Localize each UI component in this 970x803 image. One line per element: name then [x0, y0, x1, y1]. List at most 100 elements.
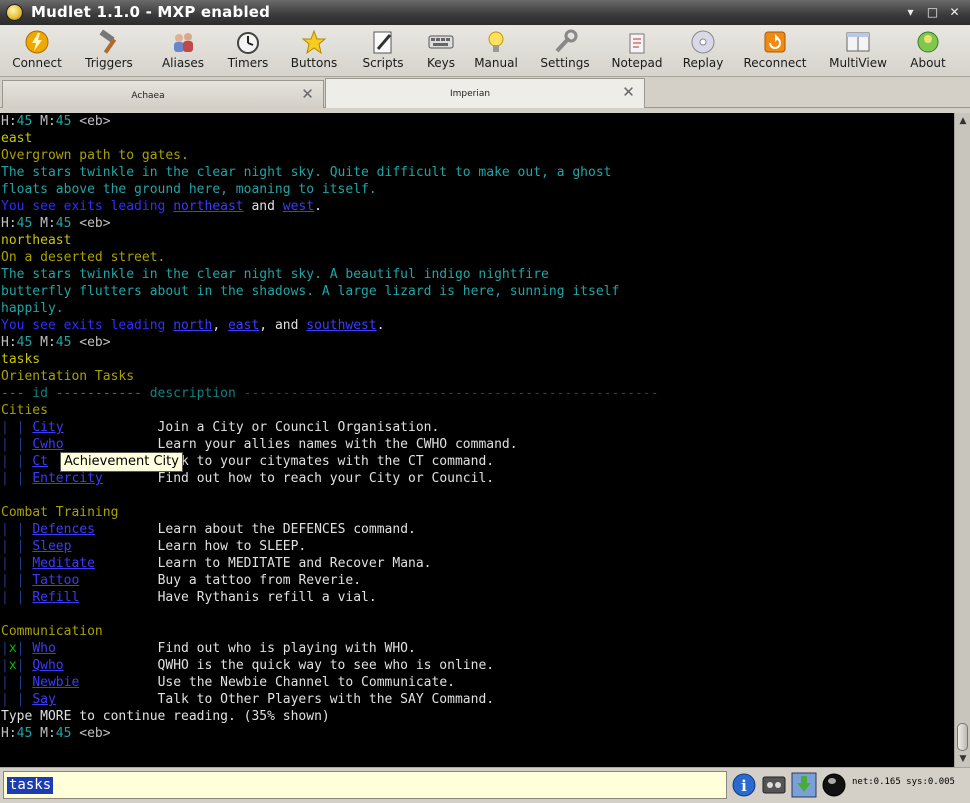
prompt-line: H:45 M:45 <eb>: [1, 334, 111, 351]
exit-link-southwest[interactable]: southwest: [306, 318, 376, 333]
task-row: | | Tattoo Buy a tattoo from Reverie.: [1, 572, 361, 589]
close-icon[interactable]: ✕: [621, 85, 636, 100]
task-mark: [9, 539, 17, 554]
tasks-header-columns: --- id ----------- description: [1, 386, 244, 401]
command-input[interactable]: tasks: [3, 771, 727, 799]
echo-command: tasks: [1, 352, 41, 367]
reconnect-icon: [764, 31, 786, 53]
room-title: Overgrown path to gates.: [1, 148, 189, 163]
buttons-button[interactable]: Buttons: [282, 25, 346, 77]
lightning-icon: [25, 30, 49, 54]
task-spacer: [79, 573, 157, 588]
scripts-button[interactable]: Scripts: [351, 25, 415, 77]
buttons-label: Buttons: [290, 56, 338, 70]
star-icon: [301, 29, 327, 55]
multiview-button[interactable]: MultiView: [822, 25, 894, 77]
room-desc: The stars twinkle in the clear night sky…: [1, 165, 612, 180]
clock-icon: [237, 32, 259, 54]
task-row: | | Meditate Learn to MEDITATE and Recov…: [1, 555, 432, 572]
title-bar: Mudlet 1.1.0 - MXP enabled ▾ □ ✕: [0, 0, 970, 25]
svg-text:i: i: [741, 777, 747, 795]
triggers-button[interactable]: Triggers: [76, 25, 142, 77]
task-link[interactable]: Meditate: [32, 556, 95, 571]
task-link[interactable]: Qwho: [32, 658, 63, 673]
console-scrollbar[interactable]: ▲ ▼: [954, 113, 970, 767]
exit-link-northeast[interactable]: northeast: [173, 199, 243, 214]
task-description: Learn how to SLEEP.: [157, 539, 307, 554]
prompt-tag: <eb>: [71, 216, 111, 231]
prompt-m-label: M:: [32, 114, 56, 129]
task-checkbox: | |: [1, 437, 25, 452]
prompt-m-value: 45: [55, 216, 72, 231]
exit-link-east[interactable]: east: [228, 318, 259, 333]
tab-label: Imperian: [449, 89, 491, 99]
task-checkbox: |x|: [1, 658, 25, 673]
log-icon[interactable]: [761, 770, 787, 800]
keys-label: Keys: [426, 56, 455, 70]
hammer-icon: [99, 29, 117, 54]
task-link[interactable]: Cwho: [32, 437, 63, 452]
scroll-up-icon[interactable]: ▲: [957, 115, 969, 127]
timers-button[interactable]: Timers: [216, 25, 280, 77]
emergency-stop-icon[interactable]: [821, 770, 847, 800]
task-description: Talk to your citymates with the CT comma…: [157, 454, 495, 469]
task-spacer: [56, 692, 158, 707]
task-link[interactable]: Tattoo: [32, 573, 79, 588]
settings-button[interactable]: Settings: [532, 25, 598, 77]
close-icon[interactable]: ✕: [300, 87, 315, 102]
task-link[interactable]: Who: [32, 641, 55, 656]
task-description: Find out how to reach your City or Counc…: [157, 471, 495, 486]
scroll-down-icon[interactable]: ▼: [957, 753, 969, 765]
task-category: Cities: [1, 403, 48, 418]
task-link[interactable]: Refill: [32, 590, 79, 605]
task-checkbox: | |: [1, 471, 25, 486]
close-icon[interactable]: ✕: [946, 4, 963, 21]
task-link[interactable]: Say: [32, 692, 55, 707]
triggers-label: Triggers: [85, 56, 133, 70]
task-checkbox: | |: [1, 573, 25, 588]
exit-link-west[interactable]: west: [283, 199, 314, 214]
exit-link-north[interactable]: north: [173, 318, 212, 333]
task-row: | | Newbie Use the Newbie Channel to Com…: [1, 674, 455, 691]
maximize-icon[interactable]: □: [924, 4, 941, 21]
task-checkbox: |x|: [1, 641, 25, 656]
scrollbar-thumb[interactable]: [957, 723, 968, 751]
scroll-lock-icon[interactable]: [791, 770, 817, 800]
task-description: Talk to Other Players with the SAY Comma…: [157, 692, 495, 707]
aliases-button[interactable]: Aliases: [150, 25, 216, 77]
reconnect-button[interactable]: Reconnect: [740, 25, 810, 77]
manual-button[interactable]: Manual: [464, 25, 528, 77]
replay-button[interactable]: Replay: [672, 25, 734, 77]
task-link[interactable]: Entercity: [32, 471, 102, 486]
task-row: | | Entercity Find out how to reach your…: [1, 470, 494, 487]
echo-command: east: [1, 131, 33, 146]
task-mark: [9, 590, 17, 605]
task-mark: [9, 420, 17, 435]
task-checkbox: | |: [1, 522, 25, 537]
task-spacer: [79, 590, 157, 605]
command-input-text: tasks: [7, 777, 54, 794]
minimize-icon[interactable]: ▾: [902, 4, 919, 21]
prompt-h-label: H:: [1, 216, 17, 231]
task-link[interactable]: Ct: [32, 454, 48, 469]
task-mark: [9, 437, 17, 452]
about-label: About: [910, 56, 946, 70]
keys-button[interactable]: Keys: [412, 25, 470, 77]
task-link[interactable]: Sleep: [32, 539, 71, 554]
task-row: | | Defences Learn about the DEFENCES co…: [1, 521, 416, 538]
manual-label: Manual: [474, 56, 518, 70]
task-link[interactable]: City: [32, 420, 63, 435]
exits-text: You see exits leading: [1, 318, 174, 333]
task-link[interactable]: Defences: [32, 522, 95, 537]
console-output: H:45 M:45 <eb> east Overgrown path to ga…: [0, 113, 954, 767]
task-mark: [9, 556, 17, 571]
tab-achaea[interactable]: Achaea ✕: [2, 80, 324, 108]
task-link[interactable]: Newbie: [32, 675, 79, 690]
notepad-button[interactable]: Notepad: [604, 25, 670, 77]
tab-imperian[interactable]: Imperian ✕: [325, 78, 645, 108]
task-row: | | Cwho Learn your allies names with th…: [1, 436, 518, 453]
connect-button[interactable]: Connect: [4, 25, 70, 77]
aliases-label: Aliases: [161, 56, 205, 70]
info-icon[interactable]: i: [731, 770, 757, 800]
about-button[interactable]: About: [898, 25, 958, 77]
